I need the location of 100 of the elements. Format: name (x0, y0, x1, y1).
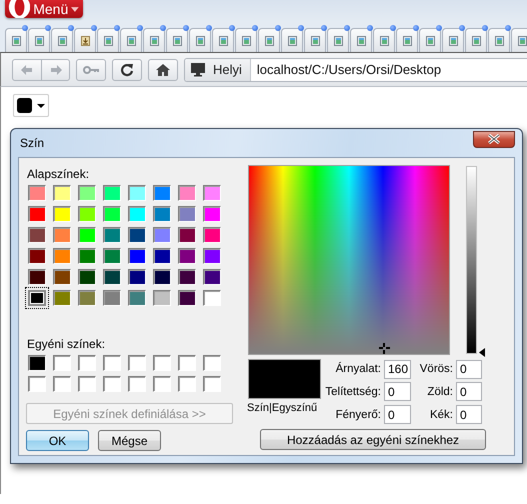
browser-tab[interactable] (212, 28, 234, 52)
color-swatch[interactable] (178, 269, 196, 285)
number-field[interactable]: 0 (384, 405, 411, 424)
color-swatch[interactable] (178, 376, 196, 392)
color-swatch[interactable] (28, 206, 46, 222)
color-swatch[interactable] (178, 227, 196, 243)
color-swatch[interactable] (28, 227, 46, 243)
color-swatch[interactable] (203, 248, 221, 264)
color-swatch[interactable] (203, 290, 221, 306)
browser-tab[interactable] (166, 28, 188, 52)
color-swatch[interactable] (103, 227, 121, 243)
browser-tab[interactable] (5, 28, 27, 52)
color-swatch[interactable] (53, 376, 71, 392)
color-swatch[interactable] (78, 185, 96, 201)
browser-tab[interactable] (419, 28, 441, 52)
color-spectrum[interactable] (248, 165, 450, 355)
color-swatch[interactable] (153, 248, 171, 264)
browser-tab[interactable] (51, 28, 73, 52)
browser-tab[interactable] (281, 28, 303, 52)
color-swatch[interactable] (103, 248, 121, 264)
color-swatch[interactable] (178, 355, 196, 371)
browser-tab[interactable] (488, 28, 510, 52)
color-swatch[interactable] (28, 185, 46, 201)
color-swatch[interactable] (203, 269, 221, 285)
number-field[interactable]: 160 (384, 360, 411, 379)
menu-button[interactable]: Menü (5, 0, 83, 18)
color-swatch[interactable] (203, 185, 221, 201)
browser-tab[interactable] (120, 28, 142, 52)
color-swatch[interactable] (153, 290, 171, 306)
browser-tab[interactable] (373, 28, 395, 52)
color-swatch[interactable] (178, 290, 196, 306)
color-swatch[interactable] (128, 185, 146, 201)
color-swatch[interactable] (103, 290, 121, 306)
color-swatch[interactable] (128, 206, 146, 222)
color-swatch[interactable] (178, 185, 196, 201)
ok-button[interactable]: OK (26, 430, 89, 451)
color-swatch[interactable] (128, 248, 146, 264)
color-swatch[interactable] (78, 290, 96, 306)
color-swatch[interactable] (153, 206, 171, 222)
browser-tab[interactable] (350, 28, 372, 52)
site-badge[interactable]: Helyi (185, 58, 251, 80)
color-swatch[interactable] (128, 227, 146, 243)
color-swatch[interactable] (28, 248, 46, 264)
color-swatch[interactable] (178, 206, 196, 222)
color-swatch[interactable] (153, 269, 171, 285)
close-button[interactable] (473, 130, 515, 148)
color-swatch[interactable] (203, 206, 221, 222)
color-swatch[interactable] (203, 227, 221, 243)
browser-tab[interactable] (97, 28, 119, 52)
browser-tab[interactable] (442, 28, 464, 52)
color-swatch[interactable] (53, 269, 71, 285)
browser-tab[interactable] (465, 28, 487, 52)
browser-tab[interactable] (189, 28, 211, 52)
color-swatch[interactable] (53, 206, 71, 222)
color-swatch[interactable] (153, 355, 171, 371)
color-swatch[interactable] (28, 376, 46, 392)
browser-tab[interactable] (258, 28, 280, 52)
color-swatch[interactable] (128, 269, 146, 285)
color-swatch[interactable] (78, 269, 96, 285)
browser-tab[interactable] (74, 28, 96, 52)
color-swatch[interactable] (53, 355, 71, 371)
color-swatch[interactable] (28, 269, 46, 285)
color-swatch[interactable] (203, 355, 221, 371)
address-field[interactable]: localhost/C:/Users/Orsi/Desktop (250, 62, 442, 77)
color-swatch[interactable] (78, 376, 96, 392)
color-swatch[interactable] (128, 376, 146, 392)
color-swatch[interactable] (103, 185, 121, 201)
browser-tab[interactable] (396, 28, 418, 52)
cancel-button[interactable]: Mégse (98, 430, 161, 451)
browser-tab[interactable] (511, 28, 527, 52)
browser-tab[interactable] (327, 28, 349, 52)
color-swatch[interactable] (78, 248, 96, 264)
color-swatch[interactable] (53, 185, 71, 201)
color-swatch[interactable] (153, 227, 171, 243)
color-swatch[interactable] (128, 290, 146, 306)
color-swatch[interactable] (28, 355, 46, 371)
color-swatch[interactable] (78, 206, 96, 222)
number-field[interactable]: 0 (456, 382, 482, 402)
color-swatch[interactable] (103, 355, 121, 371)
color-swatch[interactable] (103, 269, 121, 285)
color-picker-button[interactable] (13, 94, 49, 117)
color-swatch[interactable] (153, 185, 171, 201)
browser-tab[interactable] (304, 28, 326, 52)
number-field[interactable]: 0 (456, 405, 482, 424)
browser-tab[interactable] (235, 28, 257, 52)
color-swatch[interactable] (153, 376, 171, 392)
color-swatch[interactable] (78, 355, 96, 371)
number-field[interactable]: 0 (384, 382, 411, 402)
color-swatch[interactable] (53, 290, 71, 306)
color-swatch[interactable] (103, 376, 121, 392)
color-swatch[interactable] (203, 376, 221, 392)
slider-thumb[interactable] (479, 348, 485, 357)
number-field[interactable]: 0 (456, 360, 482, 379)
add-to-custom-colors-button[interactable]: Hozzáadás az egyéni színekhez (260, 429, 486, 450)
color-swatch[interactable] (178, 248, 196, 264)
color-swatch[interactable] (103, 206, 121, 222)
color-swatch[interactable] (53, 248, 71, 264)
color-swatch[interactable] (53, 227, 71, 243)
browser-tab[interactable] (143, 28, 165, 52)
color-swatch[interactable] (28, 290, 46, 306)
